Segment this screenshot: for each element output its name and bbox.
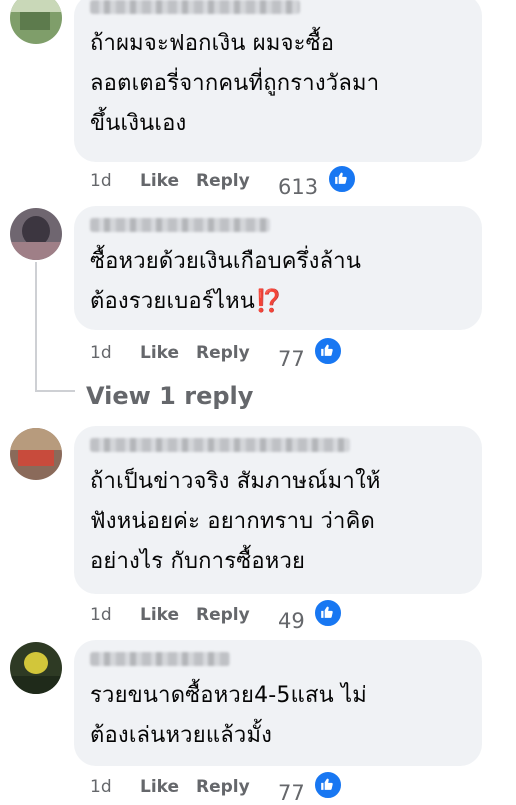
comment-time[interactable]: 1d [90, 605, 140, 625]
avatar[interactable] [10, 428, 62, 480]
commenter-name[interactable] [90, 652, 230, 666]
comment-time[interactable]: 1d [90, 777, 140, 797]
reply-button[interactable]: Reply [196, 605, 278, 625]
reply-button[interactable]: Reply [196, 777, 278, 797]
comment-actions: 1d Like Reply 77 [90, 335, 344, 371]
reaction-count: 49 [278, 608, 305, 633]
like-button[interactable]: Like [140, 171, 196, 191]
comment-text: ถ้าผมจะฟอกเงิน ผมจะซื้อ ลอตเตอรี่จากคนที… [90, 31, 380, 136]
like-button[interactable]: Like [140, 777, 196, 797]
like-button[interactable]: Like [140, 343, 196, 363]
reaction-count: 77 [278, 780, 305, 805]
commenter-name[interactable] [90, 218, 270, 232]
reaction-count: 77 [278, 346, 305, 371]
reply-thread-line [35, 262, 37, 392]
comment-bubble: ถ้าเป็นข่าวจริง สัมภาษณ์มาให้ ฟังหน่อยค่… [74, 426, 482, 594]
comment-actions: 1d Like Reply 613 [90, 163, 357, 199]
like-icon [313, 769, 344, 800]
like-icon [313, 597, 344, 628]
reaction-summary[interactable]: 77 [278, 769, 344, 805]
comment-bubble: ถ้าผมจะฟอกเงิน ผมจะซื้อ ลอตเตอรี่จากคนที… [74, 0, 482, 162]
comment-actions: 1d Like Reply 77 [90, 769, 344, 805]
comment-text: ถ้าเป็นข่าวจริง สัมภาษณ์มาให้ ฟังหน่อยค่… [90, 469, 381, 574]
avatar[interactable] [10, 642, 62, 694]
reply-button[interactable]: Reply [196, 171, 278, 191]
reply-thread-connector [35, 390, 75, 392]
comment-actions: 1d Like Reply 49 [90, 597, 344, 633]
avatar[interactable] [10, 208, 62, 260]
commenter-name[interactable] [90, 0, 300, 14]
comment-text: ซื้อหวยด้วยเงินเกือบครึ่งล้าน ต้องรวยเบอ… [90, 249, 362, 314]
reaction-summary[interactable]: 49 [278, 597, 344, 633]
comment-bubble: ซื้อหวยด้วยเงินเกือบครึ่งล้าน ต้องรวยเบอ… [74, 206, 482, 330]
reaction-count: 613 [278, 174, 319, 199]
comment-time[interactable]: 1d [90, 171, 140, 191]
comment-bubble: รวยขนาดซื้อหวย4-5แสน ไม่ ต้องเล่นหวยแล้ว… [74, 640, 482, 766]
view-replies-link[interactable]: View 1 reply [86, 382, 253, 410]
avatar[interactable] [10, 0, 62, 44]
like-button[interactable]: Like [140, 605, 196, 625]
reaction-summary[interactable]: 613 [278, 163, 357, 199]
reply-button[interactable]: Reply [196, 343, 278, 363]
like-icon [313, 335, 344, 366]
comment-text: รวยขนาดซื้อหวย4-5แสน ไม่ ต้องเล่นหวยแล้ว… [90, 683, 368, 748]
commenter-name[interactable] [90, 438, 350, 452]
like-icon [326, 163, 357, 194]
reaction-summary[interactable]: 77 [278, 335, 344, 371]
comment-time[interactable]: 1d [90, 343, 140, 363]
